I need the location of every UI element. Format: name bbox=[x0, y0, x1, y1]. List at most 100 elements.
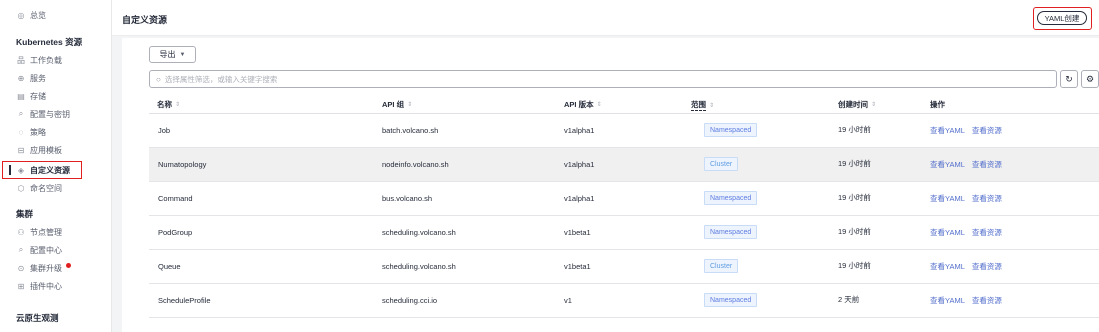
sidebar-item-label: 策略 bbox=[30, 127, 46, 137]
column-header-name[interactable]: 名称 ⇕ bbox=[157, 99, 180, 110]
sidebar-item-label: 配置与密钥 bbox=[30, 109, 70, 119]
cell-api-version: v1alpha1 bbox=[564, 160, 595, 169]
column-header-api-group[interactable]: API 组 ⇕ bbox=[382, 99, 412, 110]
upgrade-icon: ⊙ bbox=[17, 263, 25, 273]
sidebar-item-node[interactable]: ⚇ 节点管理 bbox=[0, 223, 111, 241]
scope-tag: Namespaced bbox=[704, 225, 758, 239]
cell-api-group: scheduling.volcano.sh bbox=[382, 228, 456, 237]
export-label: 导出 bbox=[159, 50, 176, 59]
view-yaml-link[interactable]: 查看YAML bbox=[930, 227, 965, 238]
sidebar-item-label: 插件中心 bbox=[30, 281, 62, 291]
cell-created: 19 小时前 bbox=[838, 159, 871, 168]
table-row: Command bus.volcano.sh v1alpha1 Namespac… bbox=[149, 182, 1099, 216]
sidebar-section-kubernetes: Kubernetes 资源 bbox=[16, 37, 83, 47]
table-row: Job batch.volcano.sh v1alpha1 Namespaced… bbox=[149, 114, 1099, 148]
cell-api-version: v1alpha1 bbox=[564, 126, 595, 135]
cell-api-group: scheduling.volcano.sh bbox=[382, 262, 456, 271]
sidebar-section-observability: 云原生观测 bbox=[16, 313, 59, 323]
settings-icon: ⌕ bbox=[18, 245, 24, 254]
sidebar-item-plugin[interactable]: ⊞ 插件中心 bbox=[0, 277, 111, 295]
cell-created: 19 小时前 bbox=[838, 227, 871, 236]
search-icon: ○ bbox=[156, 74, 161, 84]
namespace-icon: ⬡ bbox=[17, 183, 25, 193]
chevron-down-icon: ▼ bbox=[179, 51, 186, 58]
sidebar-item-config[interactable]: ⌕ 配置与密钥 bbox=[0, 105, 111, 123]
sidebar-item-policy[interactable]: ◌ 策略 bbox=[0, 123, 111, 141]
sidebar-item-overview[interactable]: ◎ 总览 bbox=[0, 6, 111, 24]
scope-tag: Namespaced bbox=[704, 293, 758, 307]
view-resource-link[interactable]: 查看资源 bbox=[972, 261, 1002, 272]
cell-api-version: v1beta1 bbox=[564, 262, 591, 271]
table-header: 名称 ⇕ API 组 ⇕ API 版本 ⇕ 范围 ⇕ 创建时间 ⇕ 操作 bbox=[149, 96, 1099, 114]
sidebar-item-label: 应用模板 bbox=[30, 145, 62, 155]
storage-icon: ▤ bbox=[17, 91, 25, 101]
column-header-created[interactable]: 创建时间 ⇕ bbox=[838, 99, 876, 110]
view-resource-link[interactable]: 查看资源 bbox=[972, 125, 1002, 136]
view-resource-link[interactable]: 查看资源 bbox=[972, 193, 1002, 204]
cell-name: Numatopology bbox=[158, 160, 207, 169]
cell-name: Command bbox=[158, 194, 193, 203]
sidebar-item-label: 总览 bbox=[30, 10, 46, 20]
view-resource-link[interactable]: 查看资源 bbox=[972, 295, 1002, 306]
cell-api-group: scheduling.cci.io bbox=[382, 296, 438, 305]
cell-api-version: v1 bbox=[564, 296, 572, 305]
cell-created: 19 小时前 bbox=[838, 193, 871, 202]
sidebar-item-label: 工作负载 bbox=[30, 55, 62, 65]
sidebar: ◎ 总览 Kubernetes 资源 品 工作负载 ⊕ 服务 ▤ 存储 ⌕ 配置… bbox=[0, 0, 112, 332]
view-resource-link[interactable]: 查看资源 bbox=[972, 159, 1002, 170]
sidebar-item-label: 存储 bbox=[30, 91, 46, 101]
export-button[interactable]: 导出 ▼ bbox=[149, 46, 196, 63]
view-yaml-link[interactable]: 查看YAML bbox=[930, 125, 965, 136]
sidebar-item-workload[interactable]: 品 工作负载 bbox=[0, 51, 111, 69]
sidebar-item-label: 配置中心 bbox=[30, 245, 62, 255]
crd-icon: ◈ bbox=[17, 165, 25, 175]
sort-icon: ⇕ bbox=[871, 102, 877, 108]
cell-created: 19 小时前 bbox=[838, 125, 871, 134]
sidebar-item-label: 自定义资源 bbox=[30, 165, 70, 175]
template-icon: ⊟ bbox=[17, 145, 25, 155]
policy-icon: ◌ bbox=[18, 127, 24, 137]
cell-created: 19 小时前 bbox=[838, 261, 871, 270]
sidebar-item-custom-resource[interactable]: ◈ 自定义资源 bbox=[2, 161, 82, 179]
cell-api-version: v1alpha1 bbox=[564, 194, 595, 203]
view-yaml-link[interactable]: 查看YAML bbox=[930, 261, 965, 272]
plugin-icon: ⊞ bbox=[17, 281, 25, 291]
node-icon: ⚇ bbox=[17, 227, 25, 237]
view-resource-link[interactable]: 查看资源 bbox=[972, 227, 1002, 238]
table-row: PodGroup scheduling.volcano.sh v1beta1 N… bbox=[149, 216, 1099, 250]
column-header-scope[interactable]: 范围 ⇕ bbox=[691, 99, 714, 111]
yaml-create-button[interactable]: YAML创建 bbox=[1037, 11, 1087, 25]
gear-icon: ⚙ bbox=[1085, 73, 1095, 84]
dashboard-icon: ◎ bbox=[17, 10, 25, 20]
page-header: 自定义资源 YAML创建 bbox=[112, 0, 1099, 36]
sidebar-item-template[interactable]: ⊟ 应用模板 bbox=[0, 141, 111, 159]
workload-icon: 品 bbox=[17, 55, 25, 65]
table-row: Queue scheduling.volcano.sh v1beta1 Clus… bbox=[149, 250, 1099, 284]
sidebar-item-upgrade[interactable]: ⊙ 集群升级 bbox=[0, 259, 111, 277]
search-input[interactable]: ○ 选择属性筛选，或输入关键字搜索 bbox=[149, 70, 1057, 88]
sidebar-item-config-center[interactable]: ⌕ 配置中心 bbox=[0, 241, 111, 259]
refresh-button[interactable]: ↻ bbox=[1060, 70, 1078, 88]
view-yaml-link[interactable]: 查看YAML bbox=[930, 193, 965, 204]
settings-button[interactable]: ⚙ bbox=[1081, 70, 1099, 88]
column-header-actions: 操作 bbox=[930, 100, 945, 109]
scope-tag: Cluster bbox=[704, 259, 739, 273]
sidebar-item-label: 集群升级 bbox=[30, 263, 62, 273]
cell-name: PodGroup bbox=[158, 228, 193, 237]
sidebar-item-label: 命名空间 bbox=[30, 183, 62, 193]
view-yaml-link[interactable]: 查看YAML bbox=[930, 295, 965, 306]
cell-api-group: bus.volcano.sh bbox=[382, 194, 433, 203]
view-yaml-link[interactable]: 查看YAML bbox=[930, 159, 965, 170]
sidebar-item-service[interactable]: ⊕ 服务 bbox=[0, 69, 111, 87]
page-title: 自定义资源 bbox=[122, 15, 168, 25]
sort-icon: ⇕ bbox=[407, 102, 413, 108]
sidebar-item-namespace[interactable]: ⬡ 命名空间 bbox=[0, 179, 111, 197]
sidebar-item-storage[interactable]: ▤ 存储 bbox=[0, 87, 111, 105]
column-header-api-version[interactable]: API 版本 ⇕ bbox=[564, 99, 602, 110]
cell-api-group: nodeinfo.volcano.sh bbox=[382, 160, 449, 169]
yaml-create-highlight: YAML创建 bbox=[1033, 7, 1092, 30]
cell-name: ScheduleProfile bbox=[158, 296, 211, 305]
sidebar-section-cluster: 集群 bbox=[16, 209, 34, 219]
sort-icon: ⇕ bbox=[175, 102, 181, 108]
search-placeholder: 选择属性筛选，或输入关键字搜索 bbox=[164, 74, 278, 84]
